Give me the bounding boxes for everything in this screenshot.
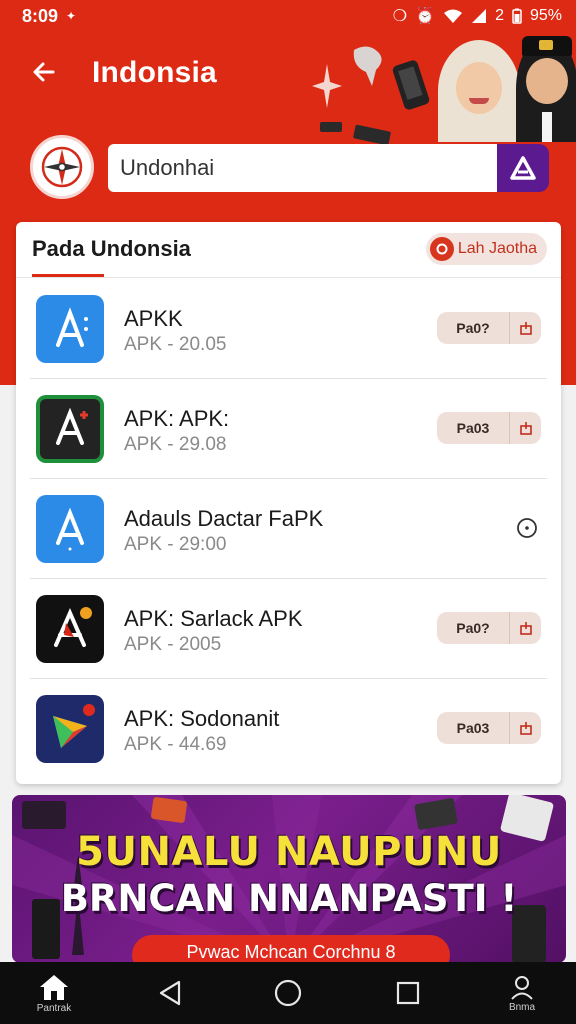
apps-card: Pada Undonsia Lah Jaotha APKK APK - 20.0… — [16, 222, 561, 784]
app-store-icon — [36, 495, 104, 563]
list-item[interactable]: APKK APK - 20.05 Pa0? — [16, 278, 561, 378]
decorative-sticker — [320, 122, 342, 132]
list-item[interactable]: Adauls Dactar FaPK APK - 29:00 — [16, 478, 561, 578]
banner-cta-button[interactable]: Pvwac Mchcan Corchnu 8 — [132, 935, 450, 963]
app-name: APK: Sodonanit — [124, 706, 280, 731]
search-row: Undonhai — [0, 132, 576, 204]
info-button[interactable] — [515, 516, 539, 540]
signal-icon — [472, 9, 487, 23]
app-name: Adauls Dactar FaPK — [124, 506, 324, 531]
nav-home-circle[interactable] — [266, 962, 310, 1024]
info-icon — [517, 518, 537, 538]
app-meta: APK - 44.69 — [124, 734, 227, 755]
home-circle-icon — [274, 979, 302, 1007]
compass-logo[interactable] — [30, 135, 94, 199]
back-arrow-icon — [33, 62, 55, 82]
nav-account[interactable]: Bnma — [494, 962, 550, 1024]
list-item[interactable]: APK: Sodonanit APK - 44.69 Pa03 — [16, 678, 561, 778]
share-icon — [509, 312, 541, 344]
nav-back[interactable] — [148, 962, 192, 1024]
language-button[interactable]: Lah Jaotha — [425, 233, 547, 265]
status-time: 8:09 — [22, 5, 59, 26]
back-button[interactable] — [24, 52, 64, 92]
app-action-label: Pa03 — [456, 720, 490, 736]
card-title: Pada Undonsia — [32, 236, 191, 261]
nav-recents[interactable] — [386, 962, 430, 1024]
app-name: APK: APK: — [124, 406, 230, 431]
compass-icon — [41, 146, 83, 188]
apk-plus-icon — [36, 395, 104, 463]
page-title: Indonsia — [92, 56, 217, 89]
banner-subheadline: BRNCAN NNANPASTI ! — [60, 877, 518, 920]
app-action-label: Pa0? — [456, 620, 490, 636]
language-icon — [429, 237, 454, 261]
alarm-icon: ⏰ — [415, 8, 436, 25]
list-item[interactable]: APK: Sarlack APK APK - 2005 Pa0? — [16, 578, 561, 678]
vibrate-icon: ❍ — [392, 8, 408, 25]
app-meta: APK - 2005 — [124, 634, 222, 655]
status-bar: 8:09 ✦ ❍ ⏰ 2 95% — [0, 0, 576, 32]
app-action-label: Pa03 — [456, 420, 490, 436]
home-icon — [40, 974, 68, 1000]
signal-count: 2 — [495, 7, 504, 24]
app-header: Indonsia — [0, 36, 576, 116]
account-icon — [511, 975, 533, 1000]
app-action-button[interactable]: Pa03 — [437, 712, 541, 744]
promo-banner[interactable]: 5UNALU NAUPUNU BRNCAN NNANPASTI ! Pvwac … — [12, 795, 566, 963]
recents-square-icon — [396, 981, 420, 1005]
nav-home-label: Pantrak — [36, 1002, 72, 1014]
share-icon — [509, 712, 541, 744]
notification-icon: ✦ — [66, 9, 77, 23]
list-item[interactable]: APK: APK: APK - 29.08 Pa03 — [16, 378, 561, 478]
banner-headline: 5UNALU NAUPUNU — [76, 829, 502, 875]
app-name: APK: Sarlack APK — [124, 606, 303, 631]
app-meta: APK - 29.08 — [124, 434, 227, 455]
app-action-button[interactable]: Pa03 — [437, 412, 541, 444]
apk-dark-icon — [36, 595, 104, 663]
app-meta: APK - 29:00 — [124, 534, 227, 555]
card-header: Pada Undonsia Lah Jaotha — [16, 222, 561, 278]
navigation-bar: Pantrak Bnma — [0, 962, 576, 1024]
search-submit-icon — [510, 156, 536, 180]
search-input-value: Undonhai — [120, 155, 215, 180]
app-meta: APK - 20.05 — [124, 334, 227, 355]
search-button[interactable] — [497, 144, 549, 192]
app-action-label: Pa0? — [456, 320, 490, 336]
app-action-button[interactable]: Pa0? — [437, 312, 541, 344]
active-tab-indicator — [32, 274, 104, 277]
app-action-button[interactable]: Pa0? — [437, 612, 541, 644]
share-icon — [509, 412, 541, 444]
app-name: APKK — [124, 306, 183, 331]
back-triangle-icon — [159, 980, 181, 1006]
battery-icon — [512, 8, 522, 24]
nav-account-label: Bnma — [508, 1001, 536, 1013]
app-store-icon — [36, 295, 104, 363]
nav-home[interactable]: Pantrak — [24, 962, 84, 1024]
wifi-icon — [444, 9, 463, 23]
battery-percent: 95% — [529, 7, 562, 24]
language-label: Lah Jaotha — [457, 240, 537, 257]
play-store-icon — [36, 695, 104, 763]
search-input[interactable]: Undonhai — [108, 144, 500, 192]
share-icon — [509, 612, 541, 644]
app-list: APKK APK - 20.05 Pa0? APK: APK: APK - 29… — [16, 278, 561, 778]
